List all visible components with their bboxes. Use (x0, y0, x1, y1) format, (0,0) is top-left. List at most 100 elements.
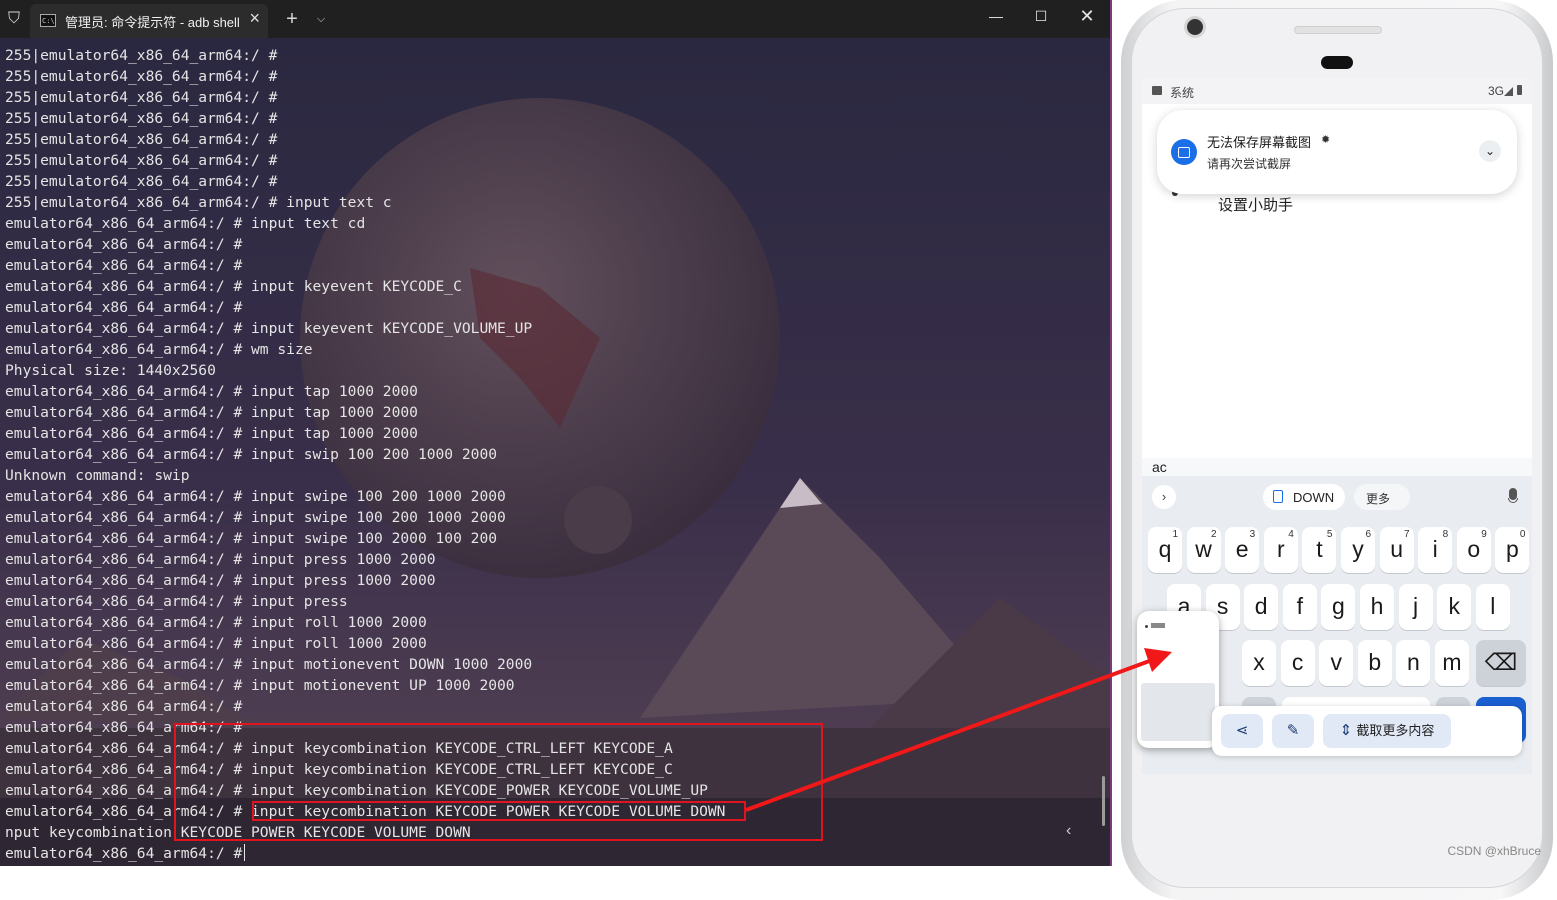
terminal-line: emulator64_x86_64_arm64:/ # input keyeve… (5, 276, 725, 297)
key-label: c (1291, 649, 1304, 675)
key-w[interactable]: w2 (1186, 527, 1221, 573)
terminal-line: emulator64_x86_64_arm64:/ # input tap 10… (5, 381, 725, 402)
display-cutout (1321, 56, 1353, 69)
chevron-left-icon[interactable]: ‹ (1066, 822, 1071, 840)
terminal-line-text: emulator64_x86_64_arm64:/ # input roll 1… (5, 614, 427, 631)
more-suggestion-chip[interactable]: 更多 (1354, 484, 1410, 510)
maximize-button[interactable]: ☐ (1018, 0, 1064, 32)
key-label: d (1254, 593, 1268, 619)
terminal-line: emulator64_x86_64_arm64:/ # input swipe … (5, 507, 725, 528)
window-border (1110, 0, 1112, 866)
thumbnail-dot (1145, 625, 1148, 628)
terminal-line: emulator64_x86_64_arm64:/ # input swip 1… (5, 444, 725, 465)
key-k[interactable]: k (1437, 584, 1472, 630)
terminal-line-text: emulator64_x86_64_arm64:/ # input motion… (5, 656, 533, 673)
key-j[interactable]: j (1398, 584, 1433, 630)
key-v[interactable]: v (1319, 640, 1354, 686)
key-label: x (1253, 649, 1265, 675)
terminal-line-text: emulator64_x86_64_arm64:/ # input press (5, 593, 348, 610)
key-t[interactable]: t5 (1302, 527, 1337, 573)
share-button[interactable]: ⋖ (1221, 714, 1263, 748)
screenshot-actions-bar: ⋖ ✎ ⇕ 截取更多内容 (1212, 706, 1522, 756)
scrollbar[interactable] (1102, 776, 1105, 826)
terminal-line-text: emulator64_x86_64_arm64:/ # input text c… (5, 215, 366, 232)
key-u[interactable]: u7 (1379, 527, 1414, 573)
terminal-line: emulator64_x86_64_arm64:/ # input tap 10… (5, 423, 725, 444)
terminal-line: Physical size: 1440x2560 (5, 360, 725, 381)
key-label: l (1490, 593, 1496, 619)
key-o[interactable]: o9 (1456, 527, 1491, 573)
capture-more-button[interactable]: ⇕ 截取更多内容 (1323, 714, 1451, 748)
expand-arrow-icon[interactable]: › (1152, 485, 1176, 509)
terminal-line-text: Unknown command: swip (5, 467, 190, 484)
terminal-line-text: emulator64_x86_64_arm64:/ # input press … (5, 551, 436, 568)
key-f[interactable]: f (1282, 584, 1317, 630)
key-hint: 2 (1211, 529, 1217, 540)
key-y[interactable]: y6 (1341, 527, 1375, 573)
terminal-line: emulator64_x86_64_arm64:/ # input keyeve… (5, 318, 725, 339)
terminal-tab[interactable]: C:\ 管理员: 命令提示符 - adb shell × (30, 4, 268, 38)
key-r[interactable]: r4 (1263, 527, 1298, 573)
key-l[interactable]: l (1475, 584, 1510, 630)
key-c[interactable]: c (1280, 640, 1315, 686)
key-q[interactable]: q1 (1148, 527, 1182, 573)
expand-chevron-icon[interactable]: ⌄ (1479, 140, 1501, 162)
highlight-box-commands (174, 723, 823, 841)
network-type: 3G (1487, 84, 1504, 98)
more-suggestion-label: 更多 (1366, 492, 1391, 506)
input-value: ac (1152, 459, 1167, 475)
clipboard-suggestion-label: DOWN (1293, 490, 1335, 505)
edit-button[interactable]: ✎ (1272, 714, 1314, 748)
terminal-line: emulator64_x86_64_arm64:/ # (5, 843, 725, 864)
terminal-line-text: 255|emulator64_x86_64_arm64:/ # (5, 68, 278, 85)
key-n[interactable]: n (1396, 640, 1431, 686)
title-bar: ⛉ C:\ 管理员: 命令提示符 - adb shell × + ⌵ — ☐ ✕ (0, 0, 1110, 38)
terminal-line: emulator64_x86_64_arm64:/ # input swipe … (5, 528, 725, 549)
screenshot-thumbnail[interactable] (1137, 611, 1219, 748)
key-p[interactable]: p0 (1495, 527, 1530, 573)
terminal-line: emulator64_x86_64_arm64:/ # (5, 255, 725, 276)
minimize-button[interactable]: — (973, 0, 1019, 32)
terminal-line: emulator64_x86_64_arm64:/ # input motion… (5, 675, 725, 696)
terminal-line-text: emulator64_x86_64_arm64:/ # wm size (5, 341, 313, 358)
terminal-line-text: emulator64_x86_64_arm64:/ # input tap 10… (5, 383, 418, 400)
key-b[interactable]: b (1357, 640, 1392, 686)
key-i[interactable]: i8 (1418, 527, 1453, 573)
screenshot-error-notification[interactable]: 无法保存屏幕截图 ✹ 请再次尝试截屏 ⌄ (1157, 110, 1517, 194)
clipboard-suggestion-chip[interactable]: DOWN (1263, 484, 1345, 510)
terminal-line: 255|emulator64_x86_64_arm64:/ # (5, 129, 725, 150)
status-bar: 系统 3G (1142, 78, 1532, 104)
key-label: h (1370, 593, 1384, 619)
speaker-grille (1294, 26, 1382, 34)
shield-icon: ⛉ (7, 10, 20, 27)
key-x[interactable]: x (1242, 640, 1276, 686)
status-label: 系统 (1170, 86, 1195, 100)
new-tab-icon[interactable]: + (280, 0, 304, 38)
capture-more-label: 截取更多内容 (1356, 723, 1435, 738)
key-label: b (1368, 649, 1382, 675)
key-label: f (1296, 593, 1303, 619)
key-g[interactable]: g (1321, 584, 1356, 630)
key-hint: 7 (1404, 529, 1410, 540)
key-e[interactable]: e3 (1225, 527, 1260, 573)
terminal-line: emulator64_x86_64_arm64:/ # input motion… (5, 654, 725, 675)
terminal-line: emulator64_x86_64_arm64:/ # input roll 1… (5, 612, 725, 633)
close-tab-icon[interactable]: × (249, 8, 260, 29)
terminal-line: emulator64_x86_64_arm64:/ # input text c… (5, 213, 725, 234)
terminal-line-text: emulator64_x86_64_arm64:/ # input roll 1… (5, 635, 427, 652)
screenshot-icon (1171, 139, 1197, 165)
terminal-line-text: 255|emulator64_x86_64_arm64:/ # input te… (5, 194, 392, 211)
terminal-line: 255|emulator64_x86_64_arm64:/ # (5, 171, 725, 192)
key-m[interactable]: m (1435, 640, 1469, 686)
terminal-line-text: emulator64_x86_64_arm64:/ # input swip 1… (5, 446, 498, 463)
key-d[interactable]: d (1244, 584, 1279, 630)
terminal-line-text: emulator64_x86_64_arm64:/ # input keyeve… (5, 320, 533, 337)
key-h[interactable]: h (1360, 584, 1394, 630)
terminal-window[interactable]: ⛉ C:\ 管理员: 命令提示符 - adb shell × + ⌵ — ☐ ✕… (0, 0, 1110, 866)
key-hint: 8 (1442, 529, 1449, 540)
close-window-button[interactable]: ✕ (1064, 0, 1110, 32)
backspace-key[interactable]: ⌫ (1476, 640, 1526, 686)
app-item-label[interactable]: 设置小助手 (1218, 194, 1293, 215)
image-icon (1152, 86, 1162, 95)
chevron-down-icon[interactable]: ⌵ (312, 0, 330, 38)
